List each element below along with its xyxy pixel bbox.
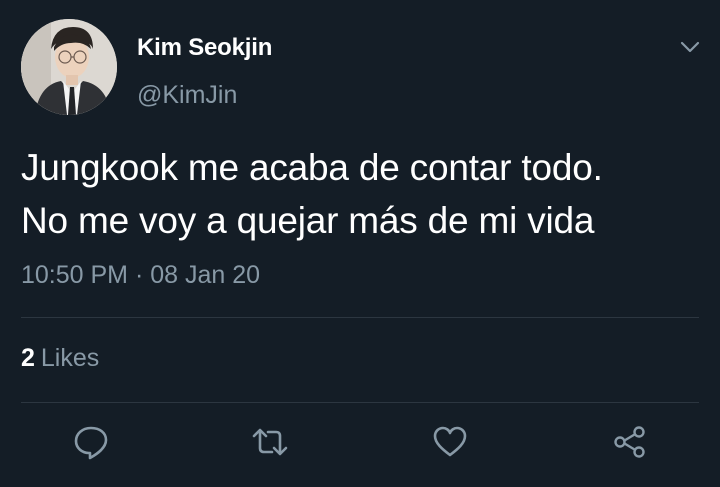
avatar-image <box>21 19 117 115</box>
likes-count: 2 <box>21 344 35 372</box>
tweet-text-line: Jungkook me acaba de contar todo. <box>21 147 603 188</box>
divider <box>21 402 699 403</box>
tweet-time: 10:50 PM <box>21 261 129 289</box>
author-handle[interactable]: @KimJin <box>137 81 237 110</box>
tweet-date: 08 Jan 20 <box>150 261 261 289</box>
like-button[interactable] <box>430 423 470 461</box>
author-display-name[interactable]: Kim Seokjin <box>137 34 272 62</box>
tweet-timestamp[interactable]: 10:50 PM · 08 Jan 20 <box>21 261 260 290</box>
divider <box>21 317 699 318</box>
reply-bubble-icon <box>74 426 108 460</box>
likes-stat[interactable]: 2 Likes <box>21 344 99 373</box>
share-icon <box>614 426 645 458</box>
tweet-text: Jungkook me acaba de contar todo. No me … <box>21 141 711 247</box>
timestamp-separator: · <box>134 261 144 289</box>
retweet-button[interactable] <box>250 423 290 461</box>
retweet-icon <box>252 428 288 456</box>
reply-button[interactable] <box>71 423 111 461</box>
likes-label: Likes <box>40 344 100 372</box>
tweet-text-line: No me voy a quejar más de mi vida <box>21 200 595 241</box>
heart-icon <box>433 426 467 457</box>
tweet-card: Kim Seokjin @KimJin Jungkook me acaba de… <box>0 0 720 487</box>
chevron-down-icon[interactable] <box>674 34 706 60</box>
share-button[interactable] <box>610 423 650 461</box>
avatar[interactable] <box>21 19 117 115</box>
